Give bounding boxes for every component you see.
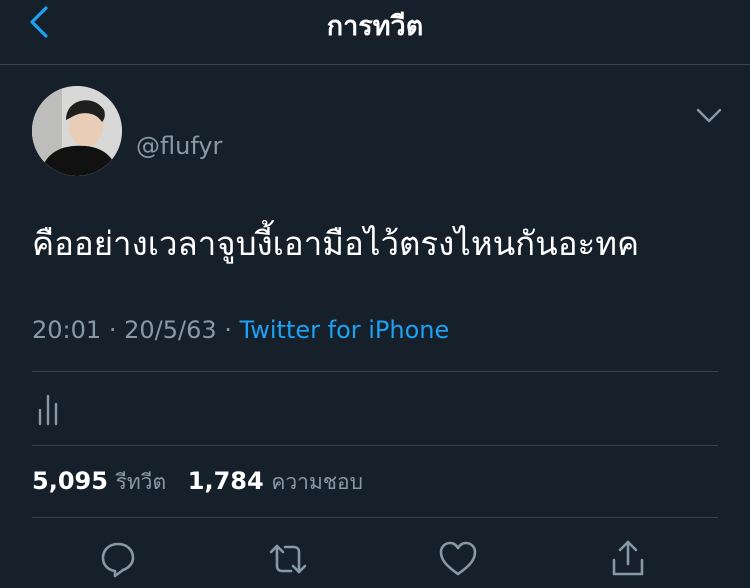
more-options-button[interactable]: [692, 100, 726, 130]
divider: [32, 445, 718, 446]
tweet-stats: 5,095 รีทวีต 1,784 ความชอบ: [32, 466, 377, 499]
page-title: การทวีต: [326, 11, 424, 42]
share-icon: [612, 540, 644, 576]
divider: [32, 371, 718, 372]
like-button[interactable]: [437, 538, 479, 580]
likes-count[interactable]: 1,784: [188, 467, 264, 495]
avatar-image: [32, 86, 122, 176]
reply-button[interactable]: [97, 538, 139, 580]
nav-header: การทวีต: [0, 0, 750, 65]
avatar[interactable]: [32, 86, 122, 176]
retweet-icon: [269, 544, 307, 574]
analytics-button[interactable]: [36, 392, 62, 426]
meta-separator: ·: [224, 316, 232, 344]
meta-separator: ·: [108, 316, 117, 344]
like-icon: [439, 541, 477, 576]
tweet-meta: 20:01 · 20/5/63 · Twitter for iPhone: [32, 316, 449, 344]
tweet-handle[interactable]: @flufyr: [136, 132, 222, 160]
retweets-label[interactable]: รีทวีต: [116, 470, 167, 494]
retweets-count[interactable]: 5,095: [32, 467, 108, 495]
chevron-down-icon: [696, 108, 722, 123]
tweet-time: 20:01: [32, 316, 102, 344]
share-button[interactable]: [607, 538, 649, 580]
tweet-source-link[interactable]: Twitter for iPhone: [240, 316, 450, 344]
tweet-date: 20/5/63: [124, 316, 217, 344]
likes-label[interactable]: ความชอบ: [271, 470, 363, 494]
analytics-icon: [38, 394, 58, 426]
divider: [32, 517, 718, 518]
retweet-button[interactable]: [267, 538, 309, 580]
reply-icon: [101, 542, 135, 578]
tweet-text: คืออย่างเวลาจูบงี้เอามือไว้ตรงไหนกันอะทค: [32, 224, 640, 263]
